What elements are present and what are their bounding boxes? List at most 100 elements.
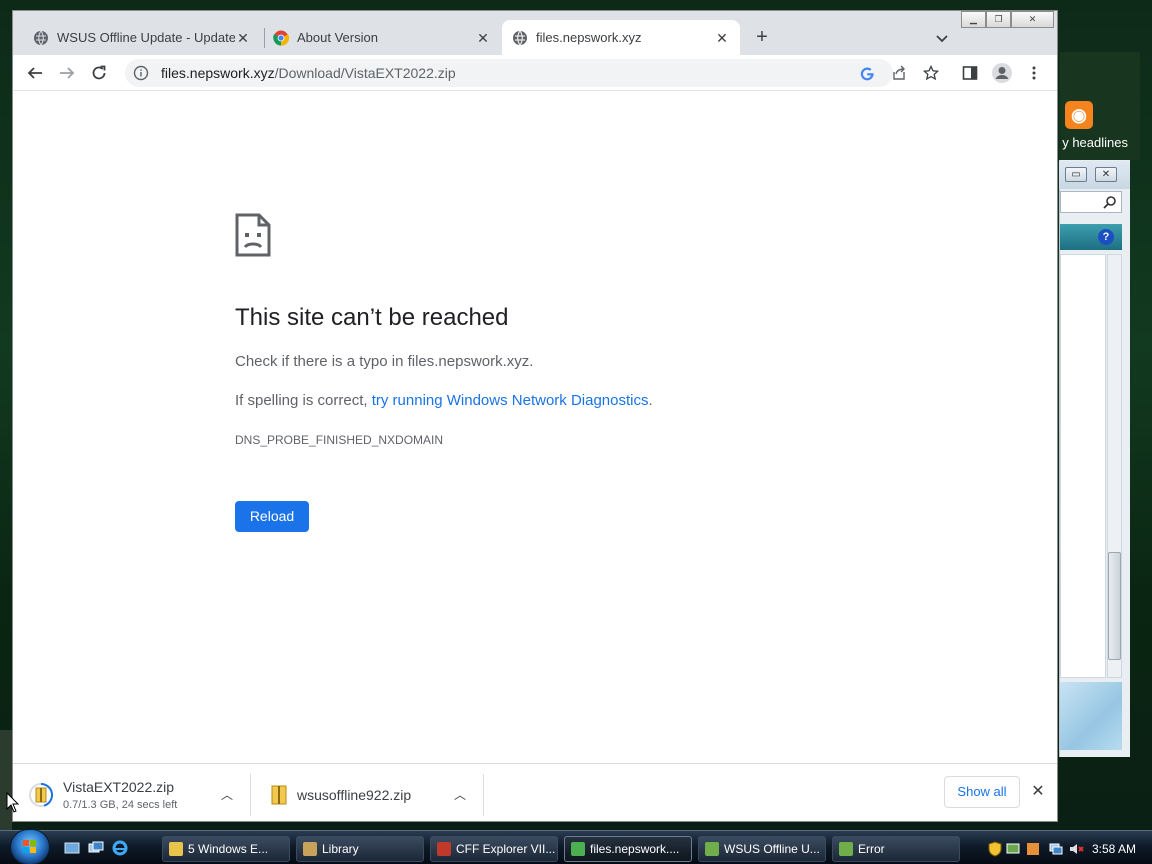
share-icon[interactable] [891, 65, 907, 81]
window-controls: ▁ ❐ ✕ [961, 11, 1054, 28]
side-panel-icon [962, 66, 978, 80]
taskbar-app-icon [839, 842, 853, 856]
taskbar-app-icon [571, 842, 585, 856]
background-preview-image [1060, 682, 1122, 750]
volume-muted-icon[interactable] [1068, 841, 1084, 857]
taskbar-app-icon [169, 842, 183, 856]
taskbar-button[interactable]: Error [832, 836, 960, 862]
help-icon[interactable]: ? [1098, 229, 1114, 245]
error-typo-hint: Check if there is a typo in files.nepswo… [235, 353, 534, 370]
download-filename: wsusoffline922.zip [297, 787, 412, 803]
restore-button[interactable]: ❐ [986, 11, 1011, 28]
download-separator [250, 774, 251, 816]
network-connection-icon[interactable] [1048, 841, 1064, 857]
taskbar-button[interactable]: files.nepswork.... [564, 836, 692, 862]
close-icon[interactable]: ✕ [235, 30, 251, 46]
close-icon[interactable]: ✕ [1028, 782, 1048, 802]
diagnostics-suffix: . [648, 392, 653, 409]
tab-about-version[interactable]: About Version ✕ [263, 20, 501, 55]
tray-app-icon[interactable] [1026, 841, 1040, 857]
taskbar-button-label: Error [858, 842, 885, 856]
globe-icon [513, 30, 527, 45]
taskbar-app-icon [437, 842, 451, 856]
kebab-menu-icon [1032, 66, 1036, 80]
zip-file-progress-icon [29, 782, 53, 807]
start-button[interactable] [10, 829, 50, 864]
network-diagnostics-link[interactable]: try running Windows Network Diagnostics [372, 392, 649, 409]
left-window-remnant [0, 730, 12, 830]
show-all-button[interactable]: Show all [944, 776, 1020, 808]
back-button[interactable] [21, 59, 49, 87]
tab-title: files.nepswork.xyz [536, 30, 642, 45]
taskbar-app-icon [303, 842, 317, 856]
globe-icon [34, 30, 48, 45]
taskbar-clock[interactable]: 3:58 AM [1092, 842, 1136, 856]
bookmark-star-icon[interactable] [923, 65, 939, 81]
taskbar-button-label: WSUS Offline U... [724, 842, 820, 856]
tab-title: About Version [297, 30, 378, 45]
minimize-button[interactable]: ▁ [961, 11, 986, 28]
tab-wsus-offline[interactable]: WSUS Offline Update - Update M ✕ [23, 20, 261, 55]
url-path: /Download/VistaEXT2022.zip [274, 65, 456, 81]
taskbar-button[interactable]: CFF Explorer VII... [430, 836, 558, 862]
tab-files-nepswork[interactable]: files.nepswork.xyz ✕ [502, 20, 740, 55]
browser-toolbar: files.nepswork.xyz/Download/VistaEXT2022… [13, 55, 1057, 91]
menu-button[interactable] [1020, 59, 1048, 87]
taskbar-button-label: Library [322, 842, 359, 856]
download-status: 0.7/1.3 GB, 24 secs left [63, 799, 178, 811]
taskbar-button-label: CFF Explorer VII... [456, 842, 556, 856]
forward-arrow-icon [60, 67, 75, 79]
taskbar-button[interactable]: Library [296, 836, 424, 862]
tab-strip: WSUS Offline Update - Update M ✕ About V… [13, 11, 1057, 55]
profile-button[interactable] [988, 59, 1016, 87]
google-lens-icon[interactable] [859, 65, 875, 81]
taskbar-button[interactable]: 5 Windows E... [162, 836, 290, 862]
restore-icon[interactable]: ▭ [1065, 167, 1087, 182]
browser-window: WSUS Offline Update - Update M ✕ About V… [12, 10, 1058, 822]
gadget-label: y headlines [1062, 135, 1128, 150]
reload-icon [92, 65, 106, 80]
background-search-input[interactable] [1060, 191, 1122, 213]
back-arrow-icon [27, 67, 42, 79]
error-diagnostics-hint: If spelling is correct, try running Wind… [235, 392, 653, 409]
mouse-cursor-icon [6, 792, 20, 813]
download-separator [483, 774, 484, 816]
background-scroll-thumb[interactable] [1108, 552, 1121, 660]
close-icon[interactable]: ✕ [1095, 167, 1117, 182]
new-tab-button[interactable]: + [750, 26, 774, 50]
profile-avatar-icon [992, 63, 1012, 83]
reload-button[interactable]: Reload [235, 501, 309, 532]
show-desktop-icon[interactable] [64, 840, 80, 856]
shield-warning-icon[interactable] [988, 841, 1002, 857]
internet-explorer-icon[interactable] [112, 840, 128, 856]
zip-file-icon [271, 785, 287, 805]
taskbar-button-label: files.nepswork.... [590, 842, 680, 856]
tab-search-chevron-icon[interactable] [930, 26, 954, 50]
search-icon [1103, 196, 1116, 209]
windows-logo-icon [23, 840, 36, 853]
rss-icon[interactable]: ◉ [1065, 101, 1093, 129]
chevron-up-icon[interactable]: ︿ [218, 786, 236, 804]
close-icon[interactable]: ✕ [714, 30, 730, 46]
address-bar[interactable]: files.nepswork.xyz/Download/VistaEXT2022… [125, 59, 939, 87]
switch-windows-icon[interactable] [88, 840, 104, 856]
info-icon[interactable] [133, 65, 149, 81]
tab-title: WSUS Offline Update - Update M [57, 30, 235, 45]
download-item-wsusoffline[interactable]: wsusoffline922.zip [267, 774, 457, 816]
network-icon[interactable] [1006, 841, 1020, 857]
taskbar-button[interactable]: WSUS Offline U... [698, 836, 826, 862]
download-item-vistaext[interactable]: VistaEXT2022.zip 0.7/1.3 GB, 24 secs lef… [29, 774, 239, 816]
download-filename: VistaEXT2022.zip [63, 779, 175, 795]
close-icon[interactable]: ✕ [475, 30, 491, 46]
chevron-up-icon[interactable]: ︿ [451, 786, 469, 804]
diagnostics-prefix: If spelling is correct, [235, 392, 372, 409]
reload-toolbar-button[interactable] [85, 59, 113, 87]
error-title: This site can’t be reached [235, 304, 509, 331]
side-panel-button[interactable] [956, 59, 984, 87]
close-window-button[interactable]: ✕ [1011, 11, 1054, 28]
download-shelf: VistaEXT2022.zip 0.7/1.3 GB, 24 secs lef… [13, 763, 1057, 821]
taskbar-app-icon [705, 842, 719, 856]
url-text: files.nepswork.xyz/Download/VistaEXT2022… [161, 65, 456, 81]
url-host: files.nepswork.xyz [161, 65, 275, 81]
forward-button[interactable] [53, 59, 81, 87]
